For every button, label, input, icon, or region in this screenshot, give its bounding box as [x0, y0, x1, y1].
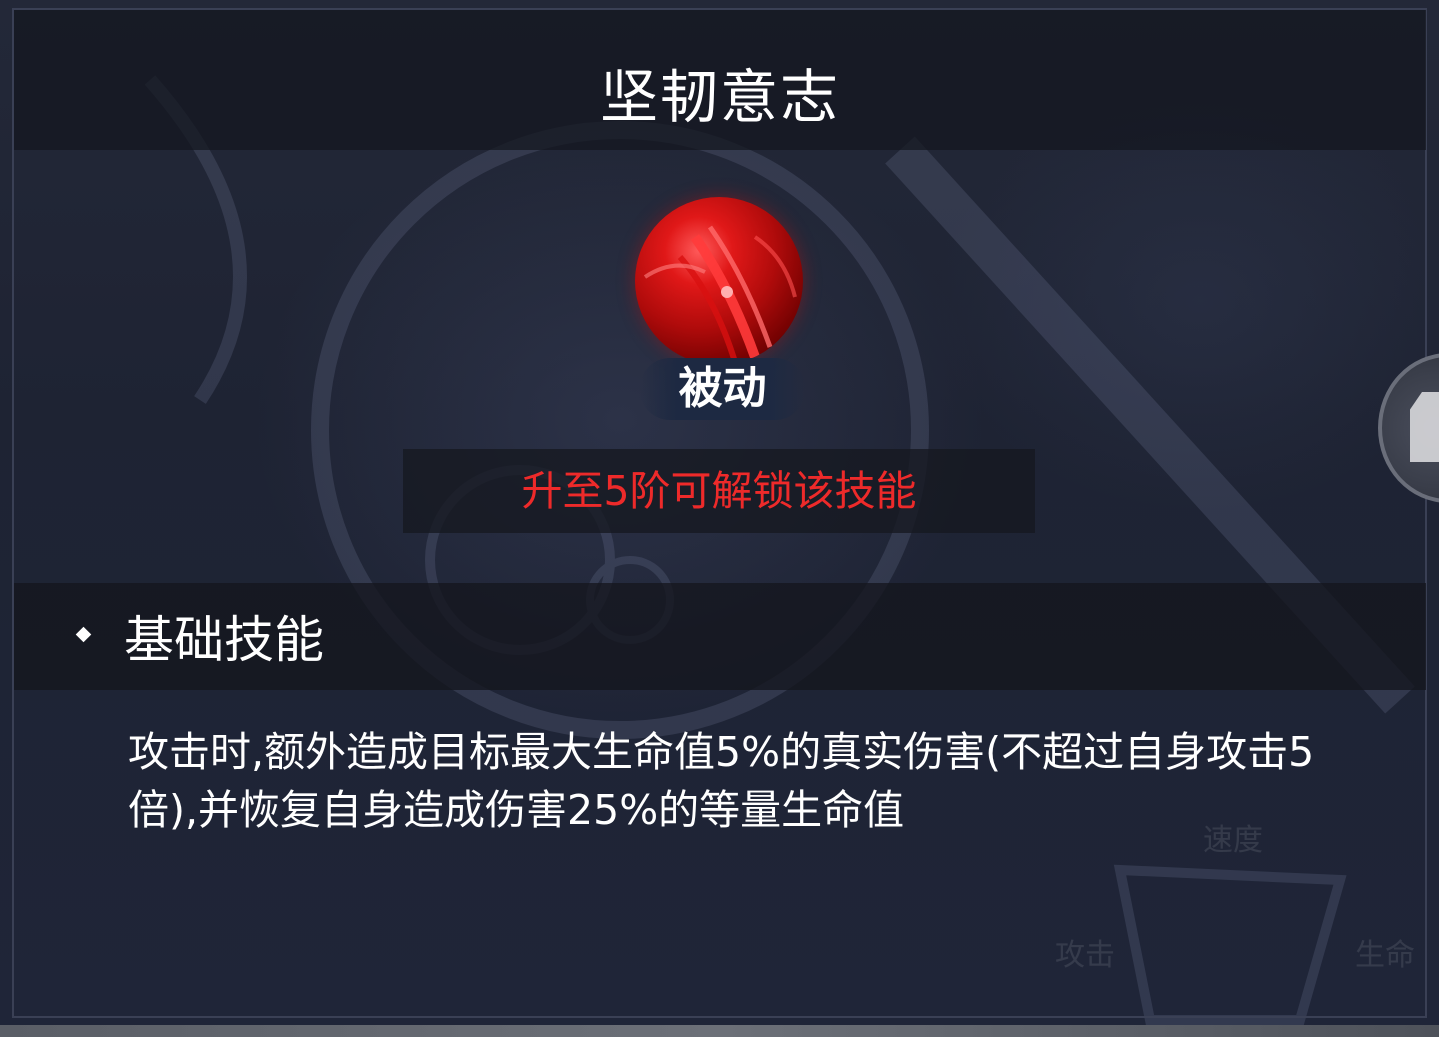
red-claw-orb-icon[interactable]	[635, 197, 803, 365]
unlock-requirement-text: 升至5阶可解锁该技能	[521, 467, 917, 515]
skill-description: 攻击时,额外造成目标最大生命值5%的真实伤害(不超过自身攻击5倍),并恢复自身造…	[128, 728, 1315, 834]
skill-type-label: 被动	[678, 363, 767, 414]
skill-name: 坚韧意志	[599, 63, 840, 131]
bg-label-attack: 攻击	[1055, 938, 1115, 973]
section-title: 基础技能	[124, 611, 324, 669]
bg-label-speed: 速度	[1203, 823, 1263, 858]
unlock-requirement-box: 升至5阶可解锁该技能	[403, 449, 1035, 533]
title-bar: 坚韧意志	[14, 10, 1426, 150]
bg-label-health: 生命	[1355, 938, 1415, 973]
bottom-edge-strip	[0, 1025, 1439, 1037]
skill-detail-screen: 坚韧意志 被动 升至5阶可解锁该技能 基础技能 攻击时,额外造成目标最大生命值5…	[0, 0, 1439, 1037]
